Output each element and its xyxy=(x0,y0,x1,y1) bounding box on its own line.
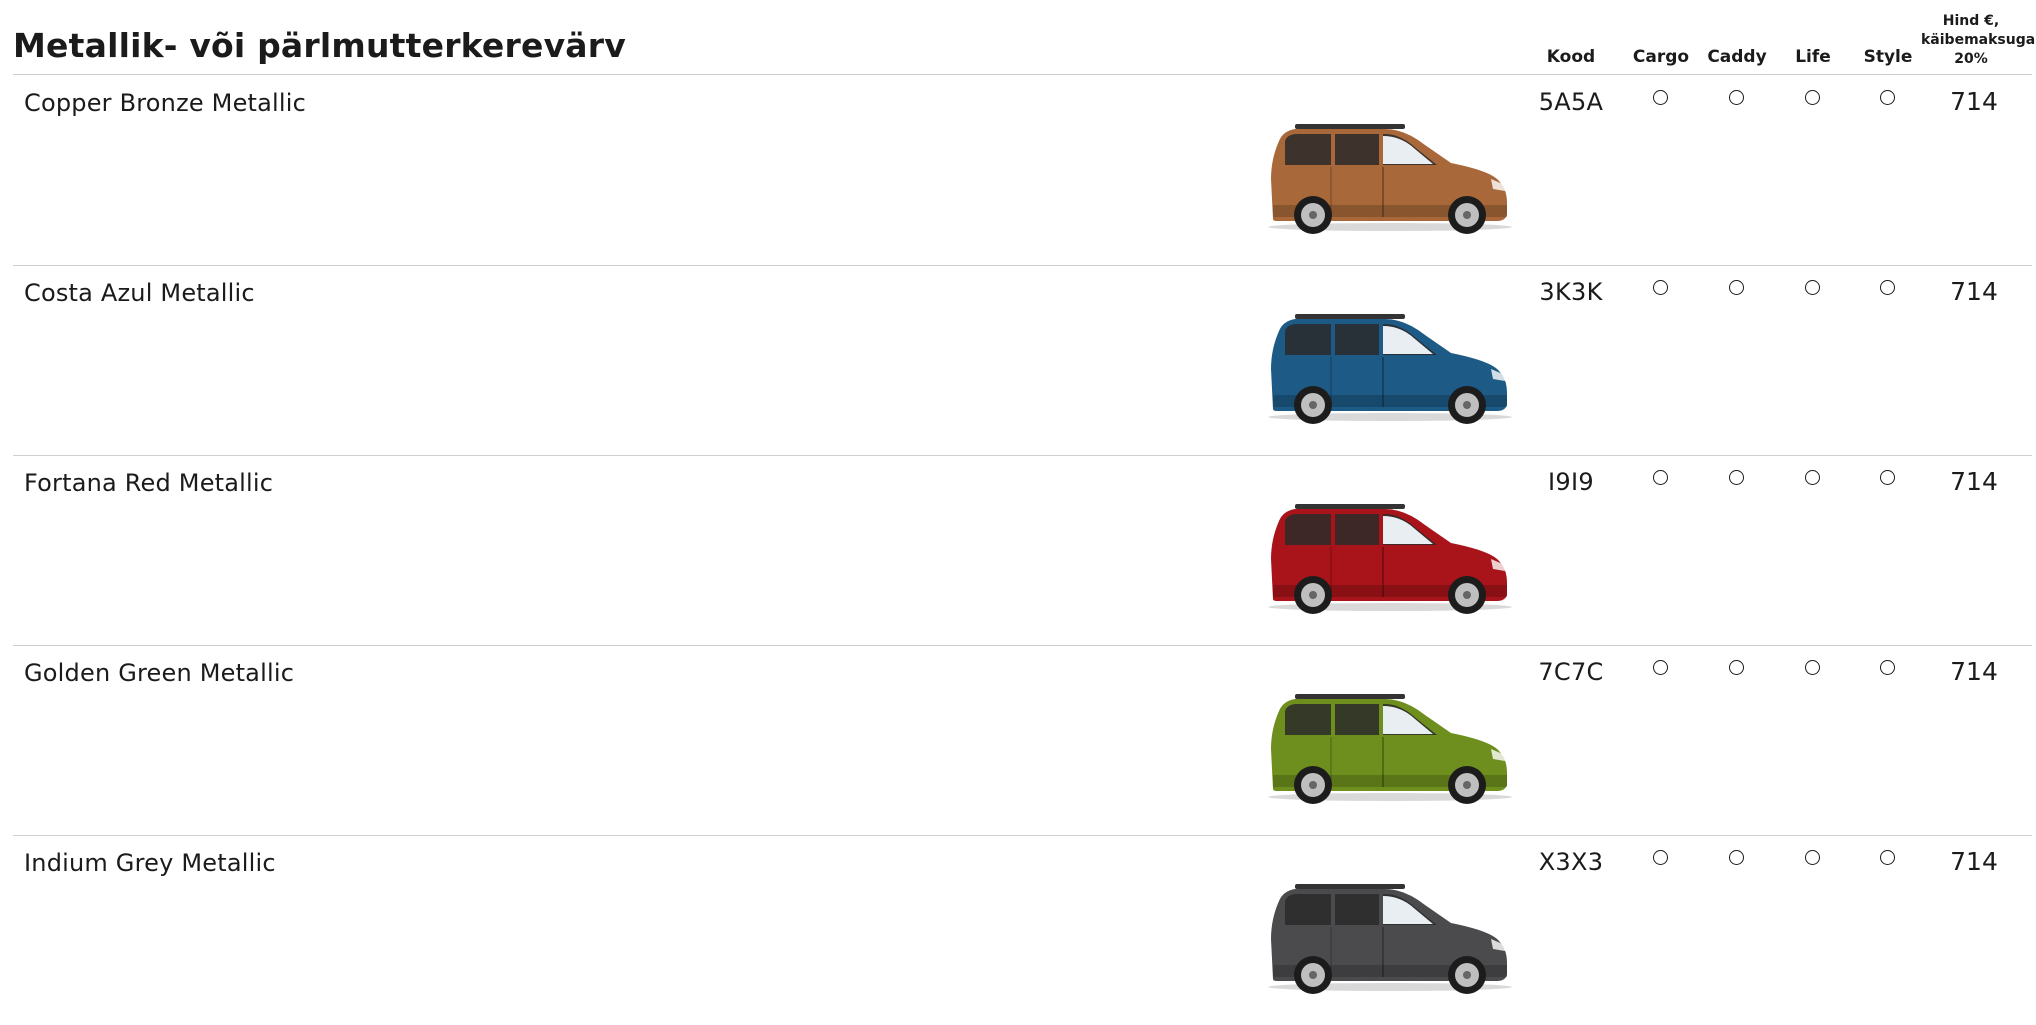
price-value: 714 xyxy=(1950,277,1998,306)
availability-style-icon xyxy=(1880,850,1895,865)
price-value: 714 xyxy=(1950,847,1998,876)
table-row: Copper Bronze Metallic 5A5A 714 xyxy=(0,75,2036,265)
availability-style-icon xyxy=(1880,90,1895,105)
availability-cargo-icon xyxy=(1653,660,1668,675)
availability-caddy-icon xyxy=(1729,660,1744,675)
availability-cargo-icon xyxy=(1653,470,1668,485)
availability-life-icon xyxy=(1805,280,1820,295)
availability-cargo-icon xyxy=(1653,850,1668,865)
availability-caddy-icon xyxy=(1729,280,1744,295)
color-code: 3K3K xyxy=(1539,278,1603,306)
column-header-code: Kood xyxy=(1546,47,1596,67)
column-header-price: Hind €, käibemaksuga 20% xyxy=(1921,12,2036,69)
van-side-view-icon xyxy=(1268,504,1512,614)
van-side-view-icon xyxy=(1268,694,1512,804)
price-value: 714 xyxy=(1950,87,1998,116)
color-name: Indium Grey Metallic xyxy=(24,849,276,877)
color-code: 7C7C xyxy=(1538,658,1604,686)
color-name: Costa Azul Metallic xyxy=(24,279,255,307)
color-code: 5A5A xyxy=(1538,88,1604,116)
availability-cargo-icon xyxy=(1653,90,1668,105)
price-header-line: 20% xyxy=(1954,51,1988,67)
availability-caddy-icon xyxy=(1729,90,1744,105)
color-name: Fortana Red Metallic xyxy=(24,469,274,497)
page-title: Metallik- või pärlmutterkerevärv xyxy=(13,26,626,65)
table-row: Fortana Red Metallic I9I9 714 xyxy=(0,455,2036,645)
table-row: Golden Green Metallic 7C7C 714 xyxy=(0,645,2036,835)
color-name: Golden Green Metallic xyxy=(24,659,295,687)
van-side-view-icon xyxy=(1268,314,1512,424)
availability-caddy-icon xyxy=(1729,470,1744,485)
price-header-line: Hind €, xyxy=(1942,13,2000,29)
availability-life-icon xyxy=(1805,850,1820,865)
availability-life-icon xyxy=(1805,660,1820,675)
availability-cargo-icon xyxy=(1653,280,1668,295)
color-name: Copper Bronze Metallic xyxy=(24,89,307,117)
color-code: X3X3 xyxy=(1538,848,1604,876)
column-header-style: Style xyxy=(1863,47,1913,67)
availability-style-icon xyxy=(1880,660,1895,675)
table-row: Indium Grey Metallic X3X3 714 xyxy=(0,835,2036,1025)
table-row: Costa Azul Metallic 3K3K 714 xyxy=(0,265,2036,455)
color-code: I9I9 xyxy=(1548,468,1594,496)
availability-style-icon xyxy=(1880,280,1895,295)
availability-life-icon xyxy=(1805,470,1820,485)
van-side-view-icon xyxy=(1268,884,1512,994)
price-value: 714 xyxy=(1950,657,1998,686)
availability-style-icon xyxy=(1880,470,1895,485)
price-header-line: käibemaksuga xyxy=(1921,32,2036,48)
availability-caddy-icon xyxy=(1729,850,1744,865)
availability-life-icon xyxy=(1805,90,1820,105)
price-value: 714 xyxy=(1950,467,1998,496)
van-side-view-icon xyxy=(1268,124,1512,234)
